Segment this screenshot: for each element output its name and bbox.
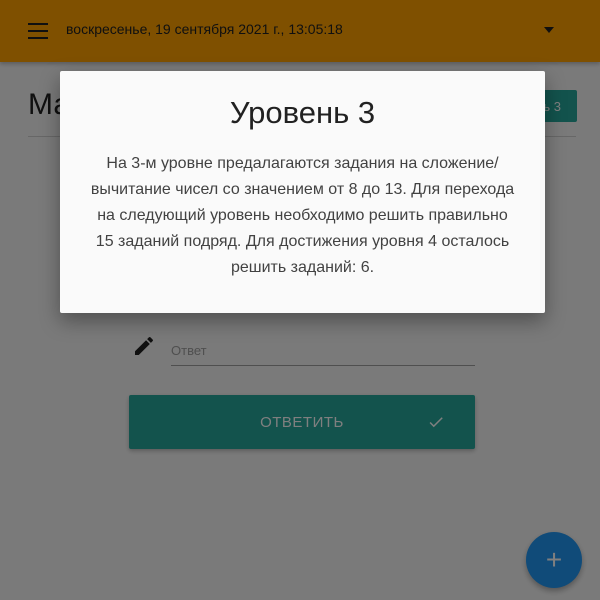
modal-title: Уровень 3 [229,95,376,130]
level-info-modal: Уровень 3 На 3-м уровне предалагаются за… [60,71,545,313]
modal-body: На 3-м уровне предалагаются задания на с… [90,155,515,276]
